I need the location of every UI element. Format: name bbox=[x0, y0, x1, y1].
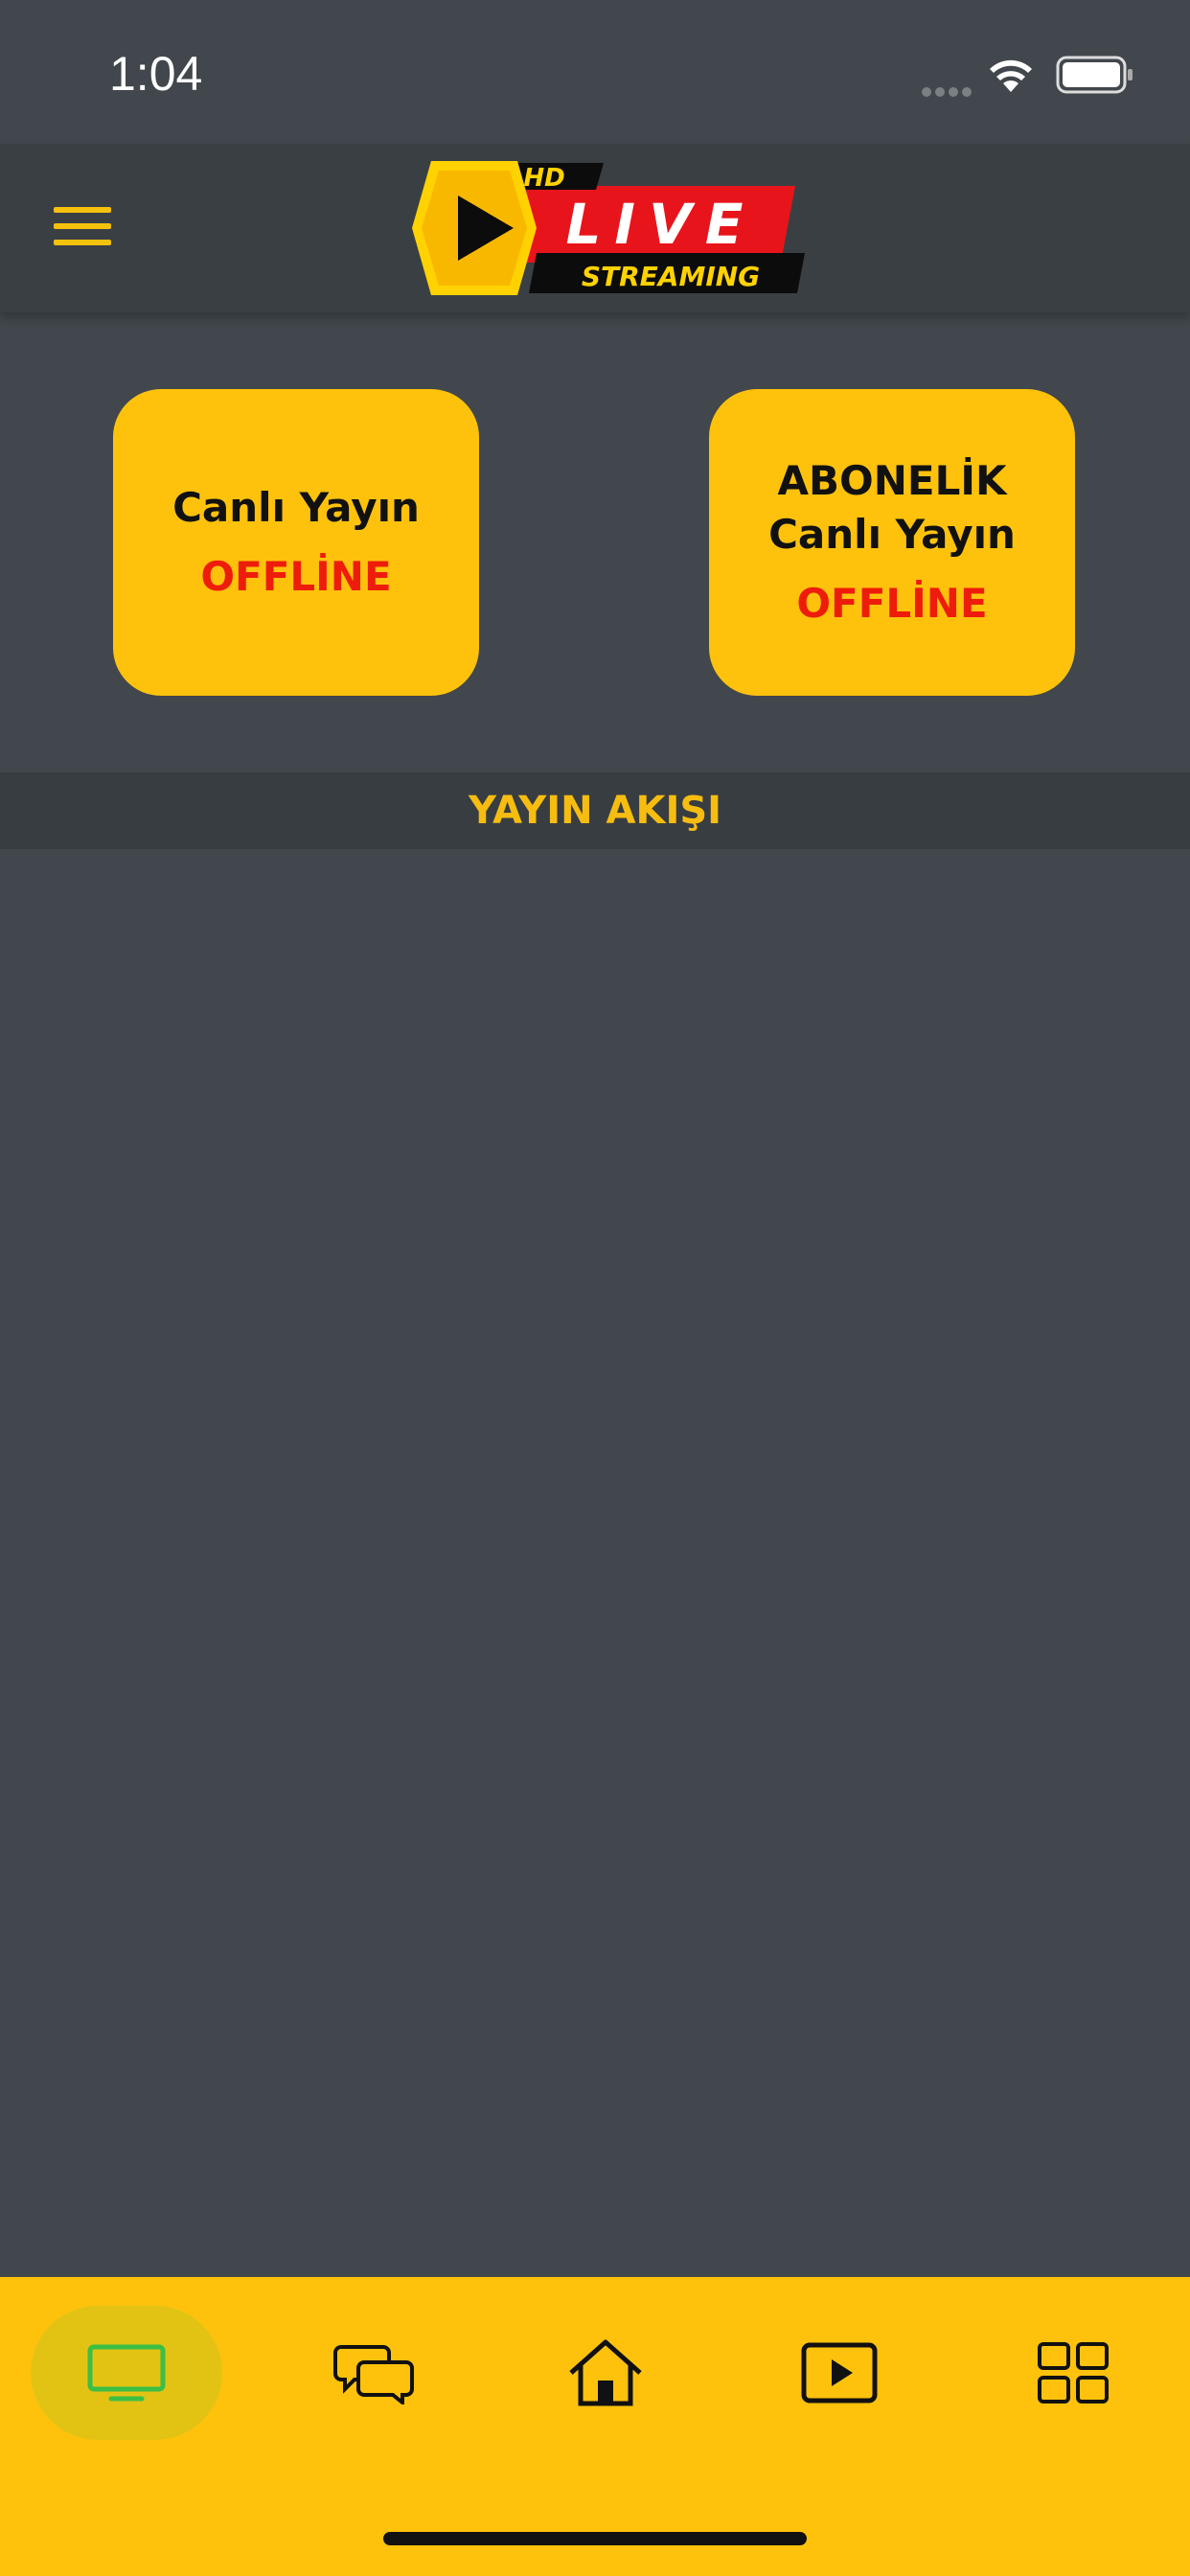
tab-live-tv[interactable] bbox=[31, 2306, 222, 2440]
live-streaming-logo: HD LIVE STREAMING bbox=[412, 161, 805, 295]
schedule-section-header: YAYIN AKIŞI bbox=[0, 772, 1190, 849]
menu-button[interactable] bbox=[54, 207, 115, 251]
home-indicator bbox=[383, 2532, 807, 2545]
wifi-icon bbox=[990, 59, 1032, 92]
card-title-line-2: Canlı Yayın bbox=[768, 511, 1016, 558]
battery-icon bbox=[1056, 56, 1133, 94]
offline-status: OFFLİNE bbox=[200, 553, 392, 600]
grid-icon bbox=[1038, 2342, 1109, 2404]
tv-icon bbox=[87, 2344, 166, 2402]
card-title: Canlı Yayın bbox=[172, 484, 420, 531]
status-bar: 1:04 bbox=[0, 0, 1190, 144]
tab-videos[interactable] bbox=[744, 2306, 935, 2440]
tab-more[interactable] bbox=[977, 2306, 1169, 2440]
live-stream-card[interactable]: Canlı Yayın OFFLİNE bbox=[113, 389, 479, 696]
svg-text:HD: HD bbox=[523, 164, 564, 193]
svg-text:STREAMING: STREAMING bbox=[582, 261, 760, 292]
app-header: HD LIVE STREAMING bbox=[0, 144, 1190, 312]
hamburger-icon bbox=[54, 207, 111, 213]
card-title-line-1: ABONELİK bbox=[777, 457, 1007, 504]
subscription-live-stream-card[interactable]: ABONELİK Canlı Yayın OFFLİNE bbox=[709, 389, 1075, 696]
home-icon bbox=[569, 2339, 642, 2406]
chat-icon bbox=[333, 2345, 414, 2404]
screen: 1:04 HD LIVE STREAMING Canlı Yayın OFFLİ… bbox=[0, 0, 1190, 2576]
cellular-signal-icon bbox=[922, 82, 975, 97]
section-title: YAYIN AKIŞI bbox=[468, 789, 722, 833]
tab-home[interactable] bbox=[510, 2306, 701, 2440]
status-time: 1:04 bbox=[109, 47, 203, 101]
tab-chat[interactable] bbox=[278, 2306, 469, 2440]
svg-text:LIVE: LIVE bbox=[565, 192, 756, 257]
offline-status: OFFLİNE bbox=[796, 580, 988, 627]
play-icon bbox=[801, 2342, 878, 2404]
